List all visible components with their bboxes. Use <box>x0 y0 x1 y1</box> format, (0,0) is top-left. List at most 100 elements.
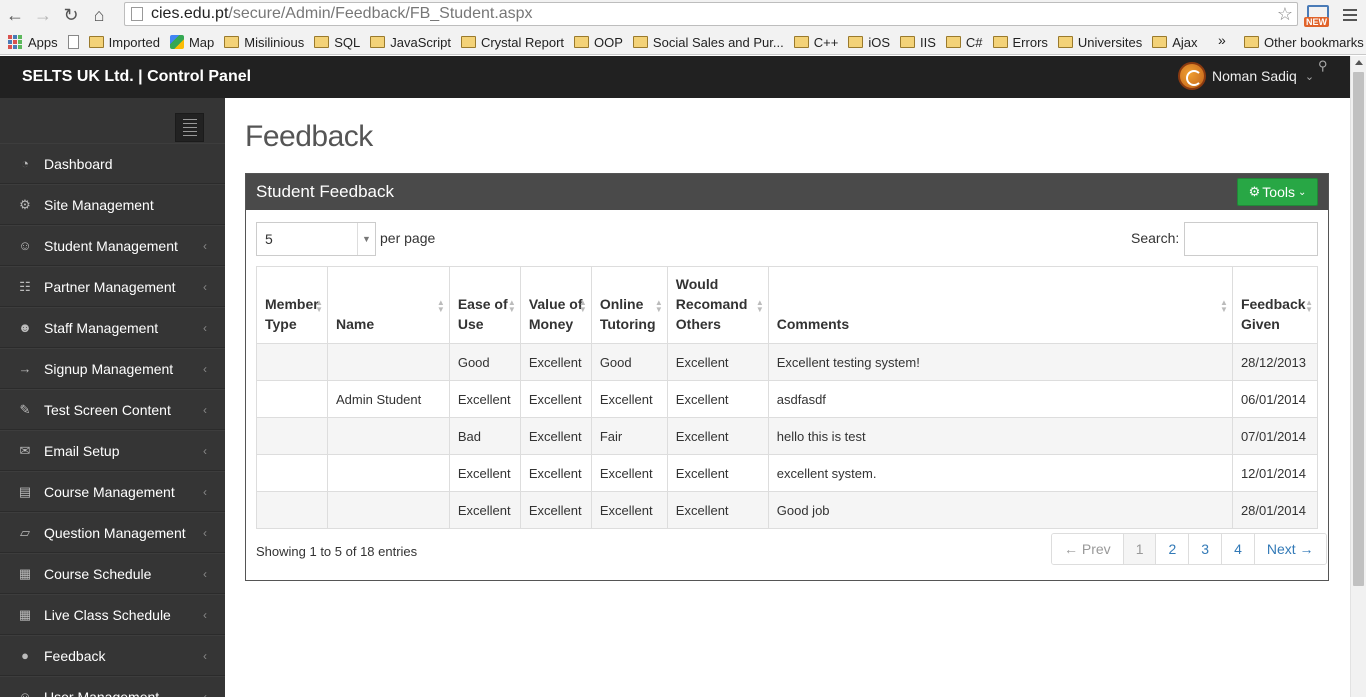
column-header-ease-of-use[interactable]: Ease of Use ▲ ▼ <box>448 266 521 344</box>
folder-icon <box>88 36 104 48</box>
sidebar-item-label: Site Management <box>44 196 154 213</box>
bookmark-label: Errors <box>1012 34 1048 50</box>
bookmark-apps[interactable]: Apps <box>8 32 58 52</box>
column-header-value-of-money[interactable]: Value of Money ▲ ▼ <box>519 266 592 344</box>
envelope-icon: ✉ <box>19 442 31 458</box>
bookmark-star-icon[interactable]: ☆ <box>1277 4 1293 25</box>
table-cell: 06/01/2014 <box>1231 380 1319 418</box>
sidebar-item-feedback[interactable]: ● Feedback ‹ <box>0 635 225 676</box>
column-header-comments[interactable]: Comments ▲ ▼ <box>767 266 1233 344</box>
table-row[interactable]: Good Excellent Good Excellent Excellent test… <box>256 343 1319 381</box>
chevron-left-icon: ‹ <box>203 443 207 458</box>
bookmark-label: OOP <box>594 34 623 50</box>
sidebar-item-course-schedule[interactable]: ▦ Course Schedule ‹ <box>0 553 225 594</box>
scrollbar-thumb[interactable] <box>1353 72 1364 586</box>
table-body: Good Excellent Good Excellent Excellent test… <box>256 343 1319 529</box>
sort-icon: ▲ ▼ <box>315 298 323 314</box>
pagination-page-2[interactable]: 2 <box>1156 534 1190 564</box>
bookmark-social-sales[interactable]: Social Sales and Pur... <box>632 32 784 52</box>
back-arrow-icon[interactable]: ← <box>2 2 28 28</box>
table-cell: Good job <box>767 491 1233 529</box>
sidebar-item-test-screen-content[interactable]: ✎ Test Screen Content ‹ <box>0 389 225 430</box>
bookmark-page[interactable] <box>67 32 83 52</box>
bookmark-errors[interactable]: Errors <box>992 32 1048 52</box>
pagination-page-1[interactable]: 1 <box>1123 534 1157 564</box>
brand-title[interactable]: SELTS UK Ltd. | Control Panel <box>22 68 251 86</box>
apps-grid-icon <box>8 35 22 49</box>
table-cell: Excellent <box>590 380 668 418</box>
search-icon[interactable]: ⚲ <box>1318 58 1328 74</box>
browser-menu-icon[interactable] <box>1338 4 1362 26</box>
search-input[interactable] <box>1184 222 1318 256</box>
page-length-select[interactable]: 5 ▼ <box>256 222 376 256</box>
sidebar-item-signup-management[interactable]: → Signup Management ‹ <box>0 348 225 389</box>
bookmark-other[interactable]: Other bookmarks <box>1244 32 1364 52</box>
table-cell: Excellent <box>666 417 769 455</box>
sidebar-item-question-management[interactable]: ▱ Question Management ‹ <box>0 512 225 553</box>
home-icon[interactable]: ⌂ <box>86 2 112 28</box>
cogs-icon: ⚙ <box>19 196 31 212</box>
bookmark-csharp[interactable]: C# <box>945 32 983 52</box>
column-header-online-tutoring[interactable]: Online Tutoring ▲ ▼ <box>590 266 668 344</box>
bookmark-label: Universites <box>1077 34 1143 50</box>
table-row[interactable]: Excellent Excellent Excellent Excellent exce… <box>256 454 1319 492</box>
bookmark-label: Other bookmarks <box>1264 34 1364 50</box>
address-bar[interactable]: cies.edu.pt/secure/Admin/Feedback/FB_Stu… <box>124 2 1298 26</box>
table-cell: Excellent <box>519 491 592 529</box>
bookmark-universites[interactable]: Universites <box>1057 32 1143 52</box>
table-row[interactable]: Excellent Excellent Excellent Excellent Good… <box>256 491 1319 529</box>
pagination-next-button[interactable]: Next → <box>1254 534 1326 564</box>
sidebar-item-dashboard[interactable]: ◔ Dashboard <box>0 143 225 184</box>
sidebar-item-staff-management[interactable]: ☻ Staff Management ‹ <box>0 307 225 348</box>
sidebar-item-label: Course Management <box>44 483 175 500</box>
pagination-page-3[interactable]: 3 <box>1189 534 1223 564</box>
chevron-left-icon: ‹ <box>203 238 207 253</box>
sidebar-item-user-management[interactable]: ☺ User Management ‹ <box>0 676 225 697</box>
forward-arrow-icon[interactable]: → <box>30 2 56 28</box>
sidebar-toggle-button[interactable] <box>175 113 204 142</box>
bookmark-sql[interactable]: SQL <box>314 32 360 52</box>
bookmark-javascript[interactable]: JavaScript <box>370 32 451 52</box>
pagination-prev-button[interactable]: ← Prev <box>1052 534 1124 564</box>
chevron-down-icon: ⌄ <box>1297 186 1307 198</box>
table-row[interactable]: Bad Excellent Fair Excellent hello this is t… <box>256 417 1319 455</box>
page-scrollbar[interactable] <box>1350 56 1366 697</box>
bookmark-oop[interactable]: OOP <box>574 32 623 52</box>
sidebar-item-partner-management[interactable]: ☷ Partner Management ‹ <box>0 266 225 307</box>
bookmark-imported[interactable]: Imported <box>88 32 160 52</box>
column-header-name[interactable]: Name ▲ ▼ <box>326 266 450 344</box>
bookmark-iis[interactable]: IIS <box>899 32 936 52</box>
table-cell: 07/01/2014 <box>1231 417 1319 455</box>
column-header-would-recomand[interactable]: Would Recomand Others ▲ ▼ <box>666 266 769 344</box>
table-header-row: Member Type ▲ ▼ Name ▲ ▼ Ease of Use ▲ ▼ Value… <box>256 266 1319 344</box>
sidebar-item-course-management[interactable]: ▤ Course Management ‹ <box>0 471 225 512</box>
column-header-member-type[interactable]: Member Type ▲ ▼ <box>256 266 328 344</box>
folder-icon <box>945 36 961 48</box>
bookmark-ajax[interactable]: Ajax <box>1152 32 1198 52</box>
bookmark-map[interactable]: Map <box>169 32 214 52</box>
reload-icon[interactable]: ↻ <box>58 2 84 28</box>
bookmarks-overflow-button[interactable]: » <box>1218 32 1226 48</box>
scroll-up-icon[interactable] <box>1355 60 1363 65</box>
tools-button[interactable]: ⚙ Tools ⌄ <box>1237 178 1318 206</box>
bookmarks-bar: Apps Imported Map Misilinious SQL JavaSc… <box>0 30 1366 55</box>
app-header: SELTS UK Ltd. | Control Panel Noman Sadi… <box>0 56 1350 98</box>
chevron-down-icon: ⌄ <box>1304 70 1315 83</box>
column-header-feedback-given[interactable]: Feedback Given ▲ ▼ <box>1231 266 1319 344</box>
extension-new-icon[interactable]: NEW <box>1303 3 1333 29</box>
table-row[interactable]: Admin Student Excellent Excellent Excellent… <box>256 380 1319 418</box>
sidebar-item-student-management[interactable]: ☺ Student Management ‹ <box>0 225 225 266</box>
bookmark-misilinious[interactable]: Misilinious <box>224 32 304 52</box>
table-cell: Excellent <box>666 454 769 492</box>
sidebar-item-email-setup[interactable]: ✉ Email Setup ‹ <box>0 430 225 471</box>
pagination-page-4[interactable]: 4 <box>1222 534 1255 564</box>
bookmark-label: C++ <box>813 34 839 50</box>
bookmark-ios[interactable]: iOS <box>848 32 890 52</box>
sidebar-item-label: Partner Management <box>44 278 176 295</box>
sidebar-item-site-management[interactable]: ⚙ Site Management <box>0 184 225 225</box>
chevron-left-icon: ‹ <box>203 648 207 663</box>
bookmark-crystal-report[interactable]: Crystal Report <box>460 32 564 52</box>
sidebar-item-live-class-schedule[interactable]: ▦ Live Class Schedule ‹ <box>0 594 225 635</box>
user-menu[interactable]: Noman Sadiq ⌄ <box>1178 62 1314 90</box>
bookmark-cpp[interactable]: C++ <box>793 32 839 52</box>
